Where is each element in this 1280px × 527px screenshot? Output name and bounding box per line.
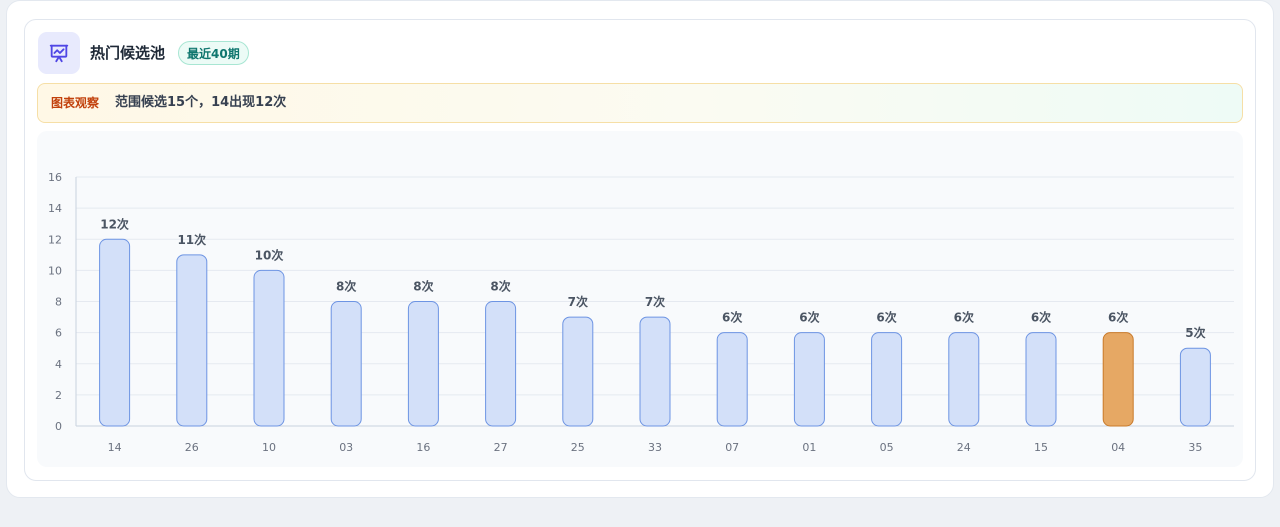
bar-data-label: 8次: [490, 279, 510, 294]
x-tick-label: 07: [725, 441, 739, 454]
bar-chart: 024681012141612次1411次2610次108次038次168次27…: [48, 171, 1234, 454]
y-tick-label: 8: [55, 296, 62, 309]
bar[interactable]: [871, 332, 903, 427]
y-tick-label: 16: [48, 171, 62, 184]
bar-data-label: 8次: [413, 279, 433, 294]
x-tick-label: 01: [802, 441, 816, 454]
bar[interactable]: [485, 301, 517, 427]
y-tick-label: 6: [55, 327, 62, 340]
bar-data-label: 6次: [799, 310, 819, 325]
bar-data-label: 6次: [722, 310, 742, 325]
x-tick-label: 27: [494, 441, 508, 454]
x-tick-label: 15: [1034, 441, 1048, 454]
x-tick-label: 35: [1188, 441, 1202, 454]
bar[interactable]: [1025, 332, 1057, 427]
bar[interactable]: [793, 332, 825, 427]
bar-data-label: 10次: [255, 247, 284, 262]
bar[interactable]: [330, 301, 362, 427]
bar[interactable]: [176, 254, 208, 427]
observation-label: 图表观察: [51, 96, 100, 110]
x-tick-label: 33: [648, 441, 662, 454]
presentation-chart-icon: [38, 32, 80, 74]
period-badge: 最近40期: [178, 41, 249, 65]
x-tick-label: 04: [1111, 441, 1125, 454]
bar-data-label: 11次: [177, 232, 206, 247]
bar-data-label: 7次: [645, 294, 665, 309]
bar[interactable]: [99, 238, 131, 427]
x-tick-label: 03: [339, 441, 353, 454]
bar[interactable]: [562, 316, 594, 427]
bar[interactable]: [253, 269, 285, 427]
x-tick-label: 10: [262, 441, 276, 454]
chart-area: 0 2 4 6 8 10 12 14 16 12次 14 11次 26 10次 10 8次 03 8次 16 8次 27…: [37, 131, 1243, 467]
bar-data-label: 7次: [568, 294, 588, 309]
observation-text: 范围候选15个，14出现12次: [115, 95, 287, 110]
bar[interactable]: [1179, 347, 1211, 427]
x-tick-label: 14: [108, 441, 122, 454]
bar[interactable]: [407, 301, 439, 427]
bar-data-label: 8次: [336, 279, 356, 294]
bar-highlighted[interactable]: [1102, 332, 1134, 427]
y-tick-label: 4: [55, 358, 62, 371]
bar-data-label: 12次: [100, 216, 129, 231]
y-tick-label: 2: [55, 389, 62, 402]
y-tick-label: 10: [48, 264, 62, 277]
bar-data-label: 6次: [1108, 310, 1128, 325]
x-tick-label: 25: [571, 441, 585, 454]
bar-data-label: 6次: [954, 310, 974, 325]
bar[interactable]: [716, 332, 748, 427]
x-tick-label: 05: [880, 441, 894, 454]
bar-data-label: 5次: [1185, 325, 1205, 340]
y-tick-label: 12: [48, 233, 62, 246]
y-tick-label: 0: [55, 420, 62, 433]
card-title: 热门候选池: [90, 44, 166, 62]
y-tick-label: 14: [48, 202, 62, 215]
bar-data-label: 6次: [876, 310, 896, 325]
x-tick-label: 16: [416, 441, 430, 454]
x-tick-label: 26: [185, 441, 199, 454]
x-tick-label: 24: [957, 441, 971, 454]
bar[interactable]: [639, 316, 671, 427]
observation-banner: 图表观察 范围候选15个，14出现12次: [37, 83, 1243, 123]
bar-data-label: 6次: [1031, 310, 1051, 325]
bar[interactable]: [948, 332, 980, 427]
